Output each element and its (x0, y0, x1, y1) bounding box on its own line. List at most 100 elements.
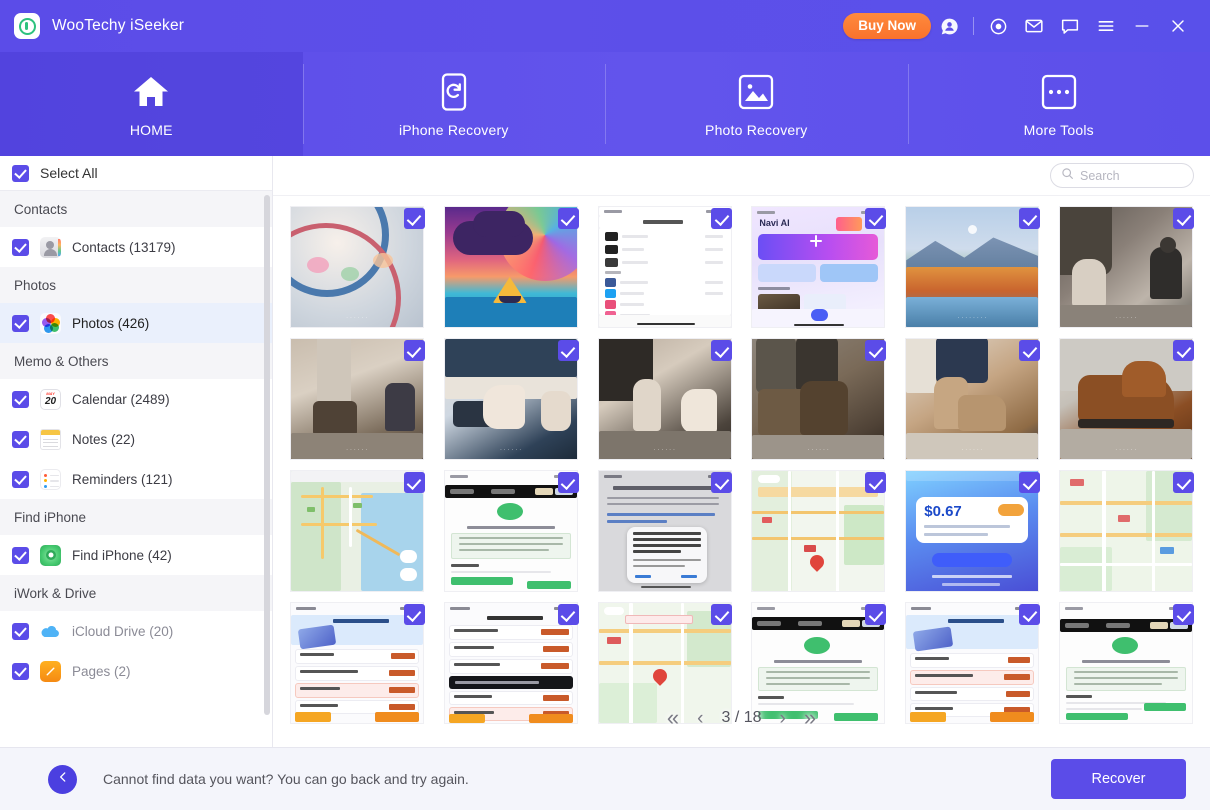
sidebar-item-reminders[interactable]: Reminders (121) (0, 459, 272, 499)
thumbnail-checkbox[interactable] (865, 472, 886, 493)
thumbnail-grid-wrapper: · · · · · · (273, 196, 1210, 747)
thumbnail-checkbox[interactable] (1173, 472, 1194, 493)
iseeker-logo-icon (14, 13, 40, 39)
account-icon[interactable] (931, 8, 967, 44)
thumbnail-checkbox[interactable] (404, 472, 425, 493)
thumbnail-item[interactable] (435, 466, 587, 596)
thumbnail-item[interactable] (1050, 598, 1202, 728)
sidebar-item-pages[interactable]: Pages (2) (0, 651, 272, 691)
sidebar-item-icloud-drive-label: iCloud Drive (20) (72, 624, 173, 639)
mail-icon[interactable] (1016, 8, 1052, 44)
thumbnail-checkbox[interactable] (404, 208, 425, 229)
tab-more-tools-label: More Tools (1024, 122, 1094, 138)
thumbnail-item[interactable] (281, 598, 433, 728)
find-iphone-checkbox[interactable] (12, 547, 29, 564)
thumbnail-checkbox[interactable] (865, 340, 886, 361)
sidebar-item-calendar[interactable]: MAY20 Calendar (2489) (0, 379, 272, 419)
thumbnail-checkbox[interactable] (404, 604, 425, 625)
thumbnail-item[interactable]: $0.67 (896, 466, 1048, 596)
first-page-button[interactable]: « (667, 707, 679, 729)
back-button[interactable] (48, 765, 77, 794)
pages-checkbox[interactable] (12, 663, 29, 680)
close-icon[interactable] (1160, 8, 1196, 44)
thumbnail-checkbox[interactable] (711, 604, 732, 625)
thumbnail-checkbox[interactable] (1173, 208, 1194, 229)
last-page-button[interactable]: » (804, 707, 816, 729)
thumbnail-item[interactable]: Navi AI (742, 202, 894, 332)
sidebar-item-photos[interactable]: Photos (426) (0, 303, 272, 343)
tab-more-tools[interactable]: More Tools (908, 52, 1210, 156)
thumbnail-item[interactable] (435, 598, 587, 728)
thumbnail-item[interactable] (1050, 466, 1202, 596)
prev-page-button[interactable]: ‹ (697, 709, 703, 728)
thumbnail-checkbox[interactable] (1019, 604, 1040, 625)
minimize-icon[interactable] (1124, 8, 1160, 44)
thumbnail-checkbox[interactable] (1019, 472, 1040, 493)
contacts-checkbox[interactable] (12, 239, 29, 256)
icloud-drive-checkbox[interactable] (12, 623, 29, 640)
thumbnail-item[interactable]: · · · · · · (742, 334, 894, 464)
thumbnail-checkbox[interactable] (1173, 604, 1194, 625)
page-indicator: 3 / 18 (721, 709, 761, 727)
notes-app-icon (40, 429, 61, 450)
thumbnail-item[interactable] (281, 466, 433, 596)
thumbnail-checkbox[interactable] (558, 208, 579, 229)
thumbnail-checkbox[interactable] (1173, 340, 1194, 361)
tab-home[interactable]: HOME (0, 52, 303, 156)
thumbnail-item[interactable]: · · · · · · (281, 334, 433, 464)
sidebar-item-pages-label: Pages (2) (72, 664, 131, 679)
tab-photo-recovery[interactable]: Photo Recovery (605, 52, 908, 156)
sidebar-item-find-iphone-label: Find iPhone (42) (72, 548, 172, 563)
buy-now-button[interactable]: Buy Now (843, 13, 931, 40)
search-field-wrapper[interactable] (1050, 163, 1194, 188)
thumbnail-item[interactable]: · · · · · · (435, 334, 587, 464)
search-input[interactable] (1080, 169, 1183, 183)
photo-icon (737, 71, 775, 113)
calendar-checkbox[interactable] (12, 391, 29, 408)
thumbnail-checkbox[interactable] (1019, 208, 1040, 229)
thumbnail-item[interactable]: · · · · · · (896, 334, 1048, 464)
photos-checkbox[interactable] (12, 315, 29, 332)
thumbnail-checkbox[interactable] (558, 604, 579, 625)
search-bar (273, 156, 1210, 196)
thumbnail-item[interactable]: · · · · · · (589, 334, 741, 464)
sidebar-item-notes[interactable]: Notes (22) (0, 419, 272, 459)
thumbnail-checkbox[interactable] (404, 340, 425, 361)
tab-iphone-recovery[interactable]: iPhone Recovery (303, 52, 606, 156)
tab-iphone-recovery-label: iPhone Recovery (399, 122, 509, 138)
select-all-row[interactable]: Select All (0, 156, 272, 191)
thumbnail-item[interactable]: · · · · · · (1050, 334, 1202, 464)
thumbnail-caption: · · · · · · (906, 447, 1038, 453)
thumbnail-checkbox[interactable] (865, 604, 886, 625)
select-all-checkbox[interactable] (12, 165, 29, 182)
thumbnail-item[interactable]: · · · · · · · · (896, 202, 1048, 332)
thumbnail-checkbox[interactable] (865, 208, 886, 229)
notes-checkbox[interactable] (12, 431, 29, 448)
thumbnail-checkbox[interactable] (558, 472, 579, 493)
thumbnail-item[interactable]: · · · · · · (281, 202, 433, 332)
sidebar-item-find-iphone[interactable]: Find iPhone (42) (0, 535, 272, 575)
thumbnail-caption: · · · · · · (445, 447, 577, 453)
menu-icon[interactable] (1088, 8, 1124, 44)
thumbnail-item[interactable] (589, 202, 741, 332)
sidebar-item-contacts[interactable]: Contacts (13179) (0, 227, 272, 267)
thumbnail-item[interactable] (435, 202, 587, 332)
recover-button[interactable]: Recover (1051, 759, 1186, 799)
sidebar-item-icloud-drive[interactable]: iCloud Drive (20) (0, 611, 272, 651)
sidebar-scrollbar[interactable] (264, 195, 270, 715)
reminders-checkbox[interactable] (12, 471, 29, 488)
thumbnail-item[interactable]: · · · · · · (1050, 202, 1202, 332)
thumbnail-item[interactable] (896, 598, 1048, 728)
thumbnail-checkbox[interactable] (558, 340, 579, 361)
target-icon[interactable] (980, 8, 1016, 44)
thumbnail-item[interactable] (742, 466, 894, 596)
main-nav: HOME iPhone Recovery Photo Recovery (0, 52, 1210, 156)
thumbnail-checkbox[interactable] (711, 340, 732, 361)
thumbnail-item[interactable] (589, 466, 741, 596)
sidebar-group-contacts: Contacts (0, 191, 272, 227)
thumbnail-checkbox[interactable] (1019, 340, 1040, 361)
next-page-button[interactable]: › (780, 709, 786, 728)
thumbnail-checkbox[interactable] (711, 208, 732, 229)
chat-icon[interactable] (1052, 8, 1088, 44)
thumbnail-checkbox[interactable] (711, 472, 732, 493)
